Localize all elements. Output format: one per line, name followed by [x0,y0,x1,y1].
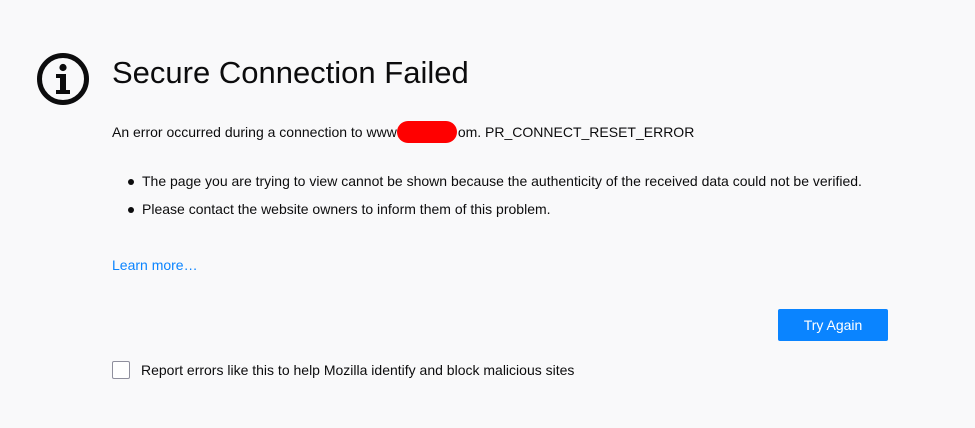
error-details-list: The page you are trying to view cannot b… [128,172,882,228]
list-item: The page you are trying to view cannot b… [128,172,882,191]
report-errors-label: Report errors like this to help Mozilla … [141,362,575,378]
try-again-button[interactable]: Try Again [778,309,888,341]
page-title: Secure Connection Failed [112,55,469,90]
error-text-prefix: An error occurred during a connection to… [112,124,397,140]
bullet-dot-icon [128,207,134,213]
report-errors-option[interactable]: Report errors like this to help Mozilla … [112,360,574,380]
learn-more-link[interactable]: Learn more… [112,256,198,274]
error-page: Secure Connection Failed An error occurr… [0,0,975,428]
redaction-mark [396,121,457,143]
bullet-dot-icon [128,179,134,185]
error-description: An error occurred during a connection to… [112,121,694,143]
report-errors-checkbox[interactable] [112,361,130,379]
info-icon [37,53,89,105]
error-text-suffix: om. PR_CONNECT_RESET_ERROR [457,124,695,140]
list-item-text: The page you are trying to view cannot b… [142,173,862,189]
list-item-text: Please contact the website owners to inf… [142,201,551,217]
list-item: Please contact the website owners to inf… [128,200,882,219]
